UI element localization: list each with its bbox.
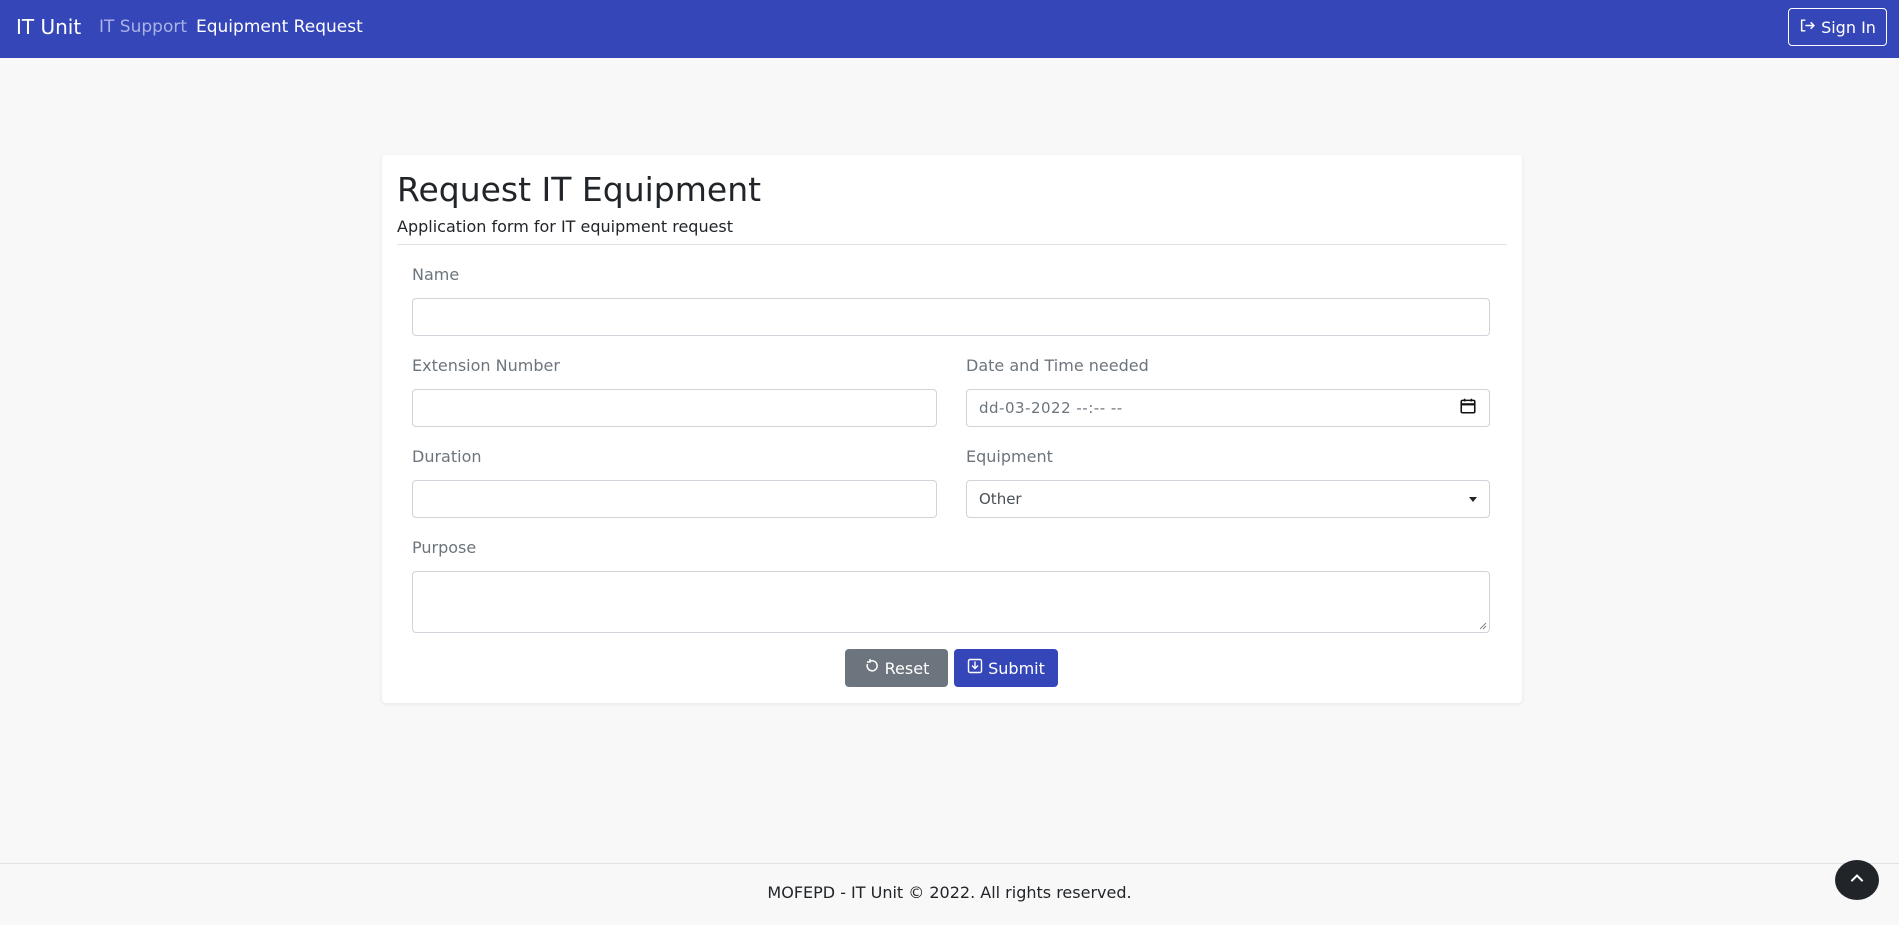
extension-number-input[interactable] xyxy=(412,389,937,427)
submit-button[interactable]: Submit xyxy=(954,649,1058,687)
sign-in-button[interactable]: Sign In xyxy=(1788,8,1887,46)
purpose-label: Purpose xyxy=(412,538,477,557)
brand-logo-text[interactable]: IT Unit xyxy=(16,14,81,40)
duration-input[interactable] xyxy=(412,480,937,518)
chevron-up-icon xyxy=(1847,868,1867,892)
name-label: Name xyxy=(412,265,460,284)
name-input[interactable] xyxy=(412,298,1490,336)
equipment-request-card: Request IT Equipment Application form fo… xyxy=(382,155,1522,703)
back-to-top-button[interactable] xyxy=(1835,860,1879,900)
submit-label: Submit xyxy=(988,658,1045,678)
chevron-down-icon xyxy=(1469,496,1477,502)
sign-in-icon xyxy=(1799,17,1816,38)
equipment-label: Equipment xyxy=(966,447,1053,466)
nav-link-it-support[interactable]: IT Support xyxy=(99,16,187,38)
footer-copyright: MOFEPD - IT Unit © 2022. All rights rese… xyxy=(767,883,1132,902)
calendar-icon[interactable] xyxy=(1459,397,1477,419)
extension-number-label: Extension Number xyxy=(412,356,560,375)
datetime-input[interactable]: dd-03-2022 --:-- -- xyxy=(966,389,1490,427)
page-subtitle: Application form for IT equipment reques… xyxy=(397,217,734,236)
sign-in-label: Sign In xyxy=(1821,17,1876,37)
footer-divider xyxy=(0,863,1899,864)
purpose-textarea[interactable] xyxy=(412,571,1490,633)
resize-grip-icon[interactable] xyxy=(1479,622,1487,630)
reset-button[interactable]: Reset xyxy=(845,649,948,687)
datetime-value: dd-03-2022 --:-- -- xyxy=(979,399,1123,417)
download-icon xyxy=(967,658,983,678)
duration-label: Duration xyxy=(412,447,482,466)
page-title: Request IT Equipment xyxy=(397,170,762,209)
top-navbar: IT Unit IT Support Equipment Request Sig… xyxy=(0,0,1899,58)
reset-icon xyxy=(864,658,880,678)
equipment-select[interactable]: Other xyxy=(966,480,1490,518)
equipment-selected-value: Other xyxy=(979,490,1022,508)
title-divider xyxy=(397,244,1507,245)
datetime-label: Date and Time needed xyxy=(966,356,1149,375)
nav-link-equipment-request[interactable]: Equipment Request xyxy=(196,16,363,38)
reset-label: Reset xyxy=(884,658,930,678)
